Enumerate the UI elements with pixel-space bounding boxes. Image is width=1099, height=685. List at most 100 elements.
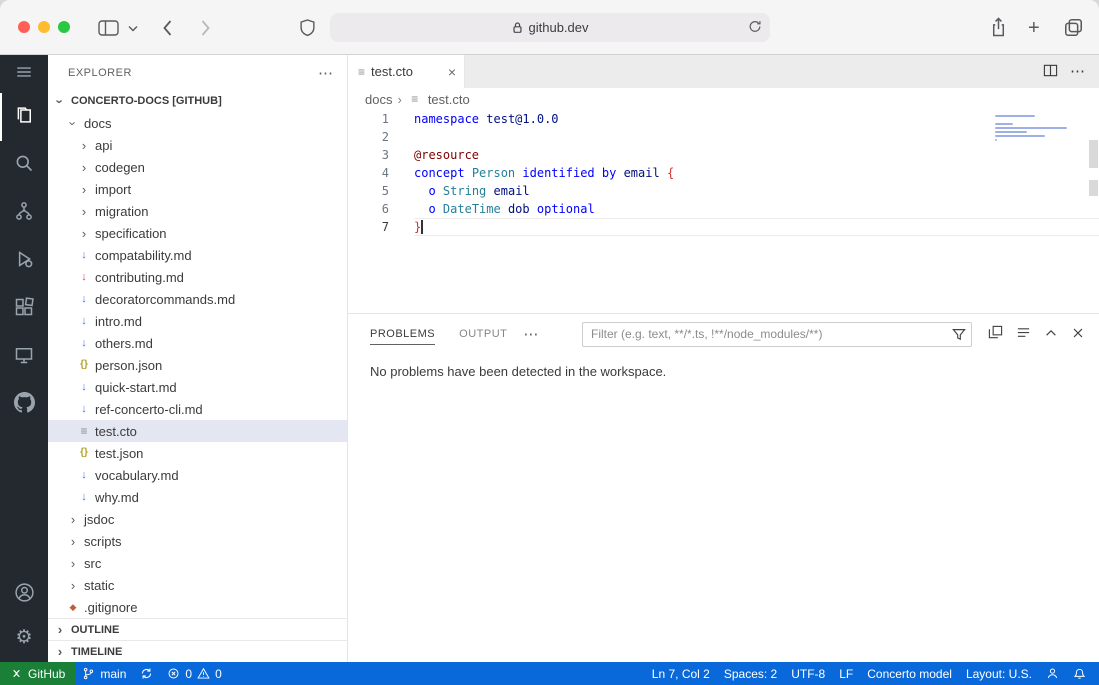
md-file-icon: ↓ [81,490,87,503]
problems-panel-content: No problems have been detected in the wo… [348,354,1099,662]
tree-item[interactable]: › codegen [48,156,347,178]
bottom-panel: PROBLEMS OUTPUT ⋯ Filter (e.g. text, **/… [348,313,1099,662]
code-line-4[interactable]: 4 concept Person identified by email { [348,164,1099,182]
browser-sidebar-toggle-button[interactable] [96,17,121,39]
split-editor-button[interactable] [1043,63,1058,81]
panel-tab-output[interactable]: OUTPUT [459,323,507,345]
address-bar[interactable]: github.dev [330,13,770,42]
tree-item[interactable]: ↓ why.md [48,486,347,508]
tree-item[interactable]: ↓ vocabulary.md [48,464,347,486]
tree-root-folder[interactable]: › CONCERTO-DOCS [GITHUB] [48,90,347,112]
tree-item-label: ref-concerto-cli.md [95,401,203,417]
scrollbar-thumb[interactable] [1089,180,1098,196]
activity-run-debug-button[interactable] [0,237,48,285]
activity-account-button[interactable] [0,576,48,614]
minimize-window-button[interactable] [38,21,50,33]
browser-forward-button[interactable] [198,17,213,39]
code-line-1[interactable]: 1 namespace test@1.0.0 [348,110,1099,128]
editor-more-actions-button[interactable]: ⋯ [1070,64,1085,79]
tab-overview-button[interactable] [1062,16,1085,39]
view-as-table-button[interactable] [1016,325,1031,343]
panel-tab-problems[interactable]: PROBLEMS [370,323,436,345]
tree-item[interactable]: {} test.json [48,442,347,464]
close-window-button[interactable] [18,21,30,33]
maximize-panel-button[interactable] [1044,326,1058,343]
tree-item[interactable]: {} person.json [48,354,347,376]
branch-indicator[interactable]: main [75,662,133,685]
activity-search-button[interactable] [0,141,48,189]
status-ln-7-col-2[interactable]: Ln 7, Col 2 [645,662,717,685]
settings-icon: ⚙ [15,627,33,648]
tree-item[interactable]: ↓ intro.md [48,310,347,332]
tree-item[interactable]: ↓ decoratorcommands.md [48,288,347,310]
status-utf-8[interactable]: UTF-8 [784,662,832,685]
tree-item[interactable]: › scripts [48,530,347,552]
activity-explorer-button[interactable] [0,93,48,141]
panel-more-actions-button[interactable]: ⋯ [523,325,538,343]
minimap[interactable] [995,115,1085,143]
section-timeline[interactable]: › TIMELINE [48,640,347,662]
activity-source-control-button[interactable] [0,189,48,237]
tree-item[interactable]: › src [48,552,347,574]
code-line-3[interactable]: 3 @resource [348,146,1099,164]
md-file-icon: ↓ [81,402,87,415]
tree-item[interactable]: › migration [48,200,347,222]
code-line-6[interactable]: 6 o DateTime dob optional [348,200,1099,218]
scrollbar-thumb[interactable] [1089,140,1098,168]
tree-item[interactable]: › static [48,574,347,596]
tree-item[interactable]: ≡ test.cto [48,420,347,442]
breadcrumb-folder[interactable]: docs [365,92,392,107]
code-line-5[interactable]: 5 o String email [348,182,1099,200]
sync-icon [140,667,153,680]
tree-item-label: static [84,577,115,593]
tab-close-button[interactable]: × [448,65,456,79]
share-button[interactable] [988,15,1009,40]
tree-item[interactable]: › docs [48,112,347,134]
copy-all-button[interactable] [988,325,1003,343]
line-number: 7 [381,220,389,234]
sidebar-chevron-button[interactable] [126,23,140,34]
explorer-more-actions-button[interactable]: ⋯ [318,64,333,82]
section-outline[interactable]: › OUTLINE [48,618,347,640]
tree-item[interactable]: › import [48,178,347,200]
shield-icon [300,19,315,37]
breadcrumb-file[interactable]: test.cto [428,92,470,107]
tree-item[interactable]: ↓ quick-start.md [48,376,347,398]
browser-back-button[interactable] [160,17,175,39]
tree-item[interactable]: ◆ .gitignore [48,596,347,618]
feedback-button[interactable] [1039,662,1066,685]
code-editor[interactable]: 1 namespace test@1.0.0 2 3 @resource 4 concept… [348,110,1099,313]
reload-button[interactable] [748,19,762,37]
code-line-2[interactable]: 2 [348,128,1099,146]
notifications-button[interactable] [1066,662,1093,685]
tree-item[interactable]: ↓ ref-concerto-cli.md [48,398,347,420]
status-concerto-model[interactable]: Concerto model [860,662,959,685]
status-spaces-2[interactable]: Spaces: 2 [717,662,784,685]
filter-button[interactable] [952,327,966,344]
activity-menu-button[interactable] [0,55,48,93]
sync-changes-button[interactable] [133,662,160,685]
tree-item[interactable]: › api [48,134,347,156]
problems-filter-input[interactable] [582,321,972,347]
activity-settings-button[interactable]: ⚙ [0,614,48,662]
close-panel-button[interactable] [1071,326,1085,343]
tree-item[interactable]: › specification [48,222,347,244]
status-lf[interactable]: LF [832,662,860,685]
activity-remote-explorer-button[interactable] [0,333,48,381]
tree-item[interactable]: ↓ compatability.md [48,244,347,266]
remote-indicator[interactable]: GitHub [0,662,76,685]
tree-item[interactable]: › jsdoc [48,508,347,530]
code-line-7[interactable]: 7} [348,218,1099,236]
new-tab-button[interactable]: + [1026,16,1042,40]
tree-item[interactable]: ↓ contributing.md [48,266,347,288]
zoom-window-button[interactable] [58,21,70,33]
tab-test-cto[interactable]: ≡ test.cto × [348,55,465,88]
tree-item[interactable]: ↓ others.md [48,332,347,354]
activity-github-button[interactable] [0,381,48,429]
error-icon [167,667,180,680]
status-layout-u-s[interactable]: Layout: U.S. [959,662,1039,685]
privacy-shield-button[interactable] [297,16,318,40]
problems-indicator[interactable]: 0 0 [160,662,228,685]
activity-extensions-button[interactable] [0,285,48,333]
editor-scrollbar[interactable] [1087,110,1099,313]
